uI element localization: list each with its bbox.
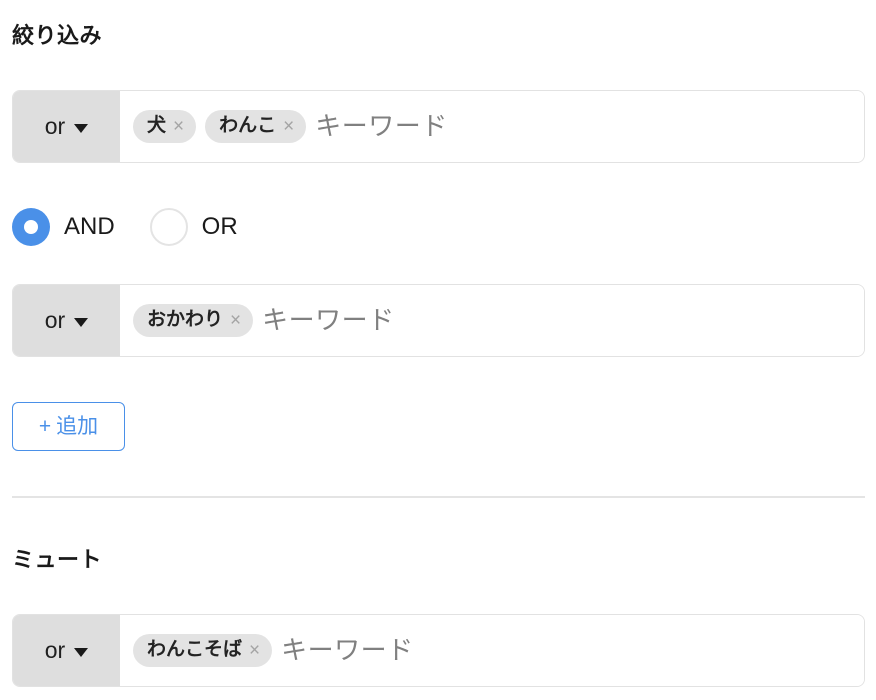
radio-option-and[interactable]: AND <box>12 208 115 246</box>
radio-label-and: AND <box>64 213 115 240</box>
plus-icon: + <box>38 415 52 438</box>
keyword-input-placeholder[interactable]: キーワード <box>281 636 854 665</box>
close-icon[interactable]: × <box>230 311 241 330</box>
filter-section-title: 絞り込み <box>12 23 103 48</box>
tag-chip[interactable]: わんこ × <box>205 110 307 143</box>
tag-input-area-mute-1[interactable]: わんこそば × キーワード <box>120 615 864 686</box>
radio-indicator-and[interactable] <box>12 208 50 246</box>
mute-keyword-row-1[interactable]: or わんこそば × キーワード <box>12 614 865 687</box>
section-divider <box>12 496 865 498</box>
search-filter-panel: 絞り込み or 犬 × わんこ × キーワード AND OR or おかわり ×… <box>0 0 876 700</box>
tag-chip[interactable]: おかわり × <box>133 304 254 337</box>
tag-chip[interactable]: わんこそば × <box>133 634 273 667</box>
chevron-down-icon <box>74 647 89 657</box>
close-icon[interactable]: × <box>173 117 184 136</box>
keyword-input-placeholder[interactable]: キーワード <box>262 306 854 335</box>
join-operator-radio-group[interactable]: AND OR <box>12 203 238 251</box>
tag-input-area-filter-1[interactable]: 犬 × わんこ × キーワード <box>120 91 864 162</box>
radio-option-or[interactable]: OR <box>149 208 238 246</box>
tag-label: 犬 <box>147 115 167 137</box>
add-filter-row-button[interactable]: + 追加 <box>12 402 125 451</box>
mute-section-title: ミュート <box>12 547 103 572</box>
operator-dropdown-filter-1[interactable]: or <box>13 91 120 162</box>
radio-indicator-or[interactable] <box>149 208 188 246</box>
operator-label: or <box>44 637 66 663</box>
filter-keyword-row-2[interactable]: or おかわり × キーワード <box>12 284 865 357</box>
chevron-down-icon <box>74 317 89 327</box>
tag-label: わんこ <box>219 115 277 137</box>
add-filter-row-label: 追加 <box>56 415 99 438</box>
chevron-down-icon <box>74 123 89 133</box>
operator-dropdown-filter-2[interactable]: or <box>13 285 120 356</box>
operator-label: or <box>44 307 66 333</box>
close-icon[interactable]: × <box>249 641 260 660</box>
tag-input-area-filter-2[interactable]: おかわり × キーワード <box>120 285 864 356</box>
tag-chip[interactable]: 犬 × <box>133 110 197 143</box>
close-icon[interactable]: × <box>283 117 294 136</box>
radio-label-or: OR <box>201 213 238 240</box>
tag-label: おかわり <box>147 309 224 331</box>
keyword-input-placeholder[interactable]: キーワード <box>315 112 854 141</box>
operator-label: or <box>44 113 66 139</box>
tag-label: わんこそば <box>147 639 243 661</box>
operator-dropdown-mute-1[interactable]: or <box>13 615 120 686</box>
filter-keyword-row-1[interactable]: or 犬 × わんこ × キーワード <box>12 90 865 163</box>
